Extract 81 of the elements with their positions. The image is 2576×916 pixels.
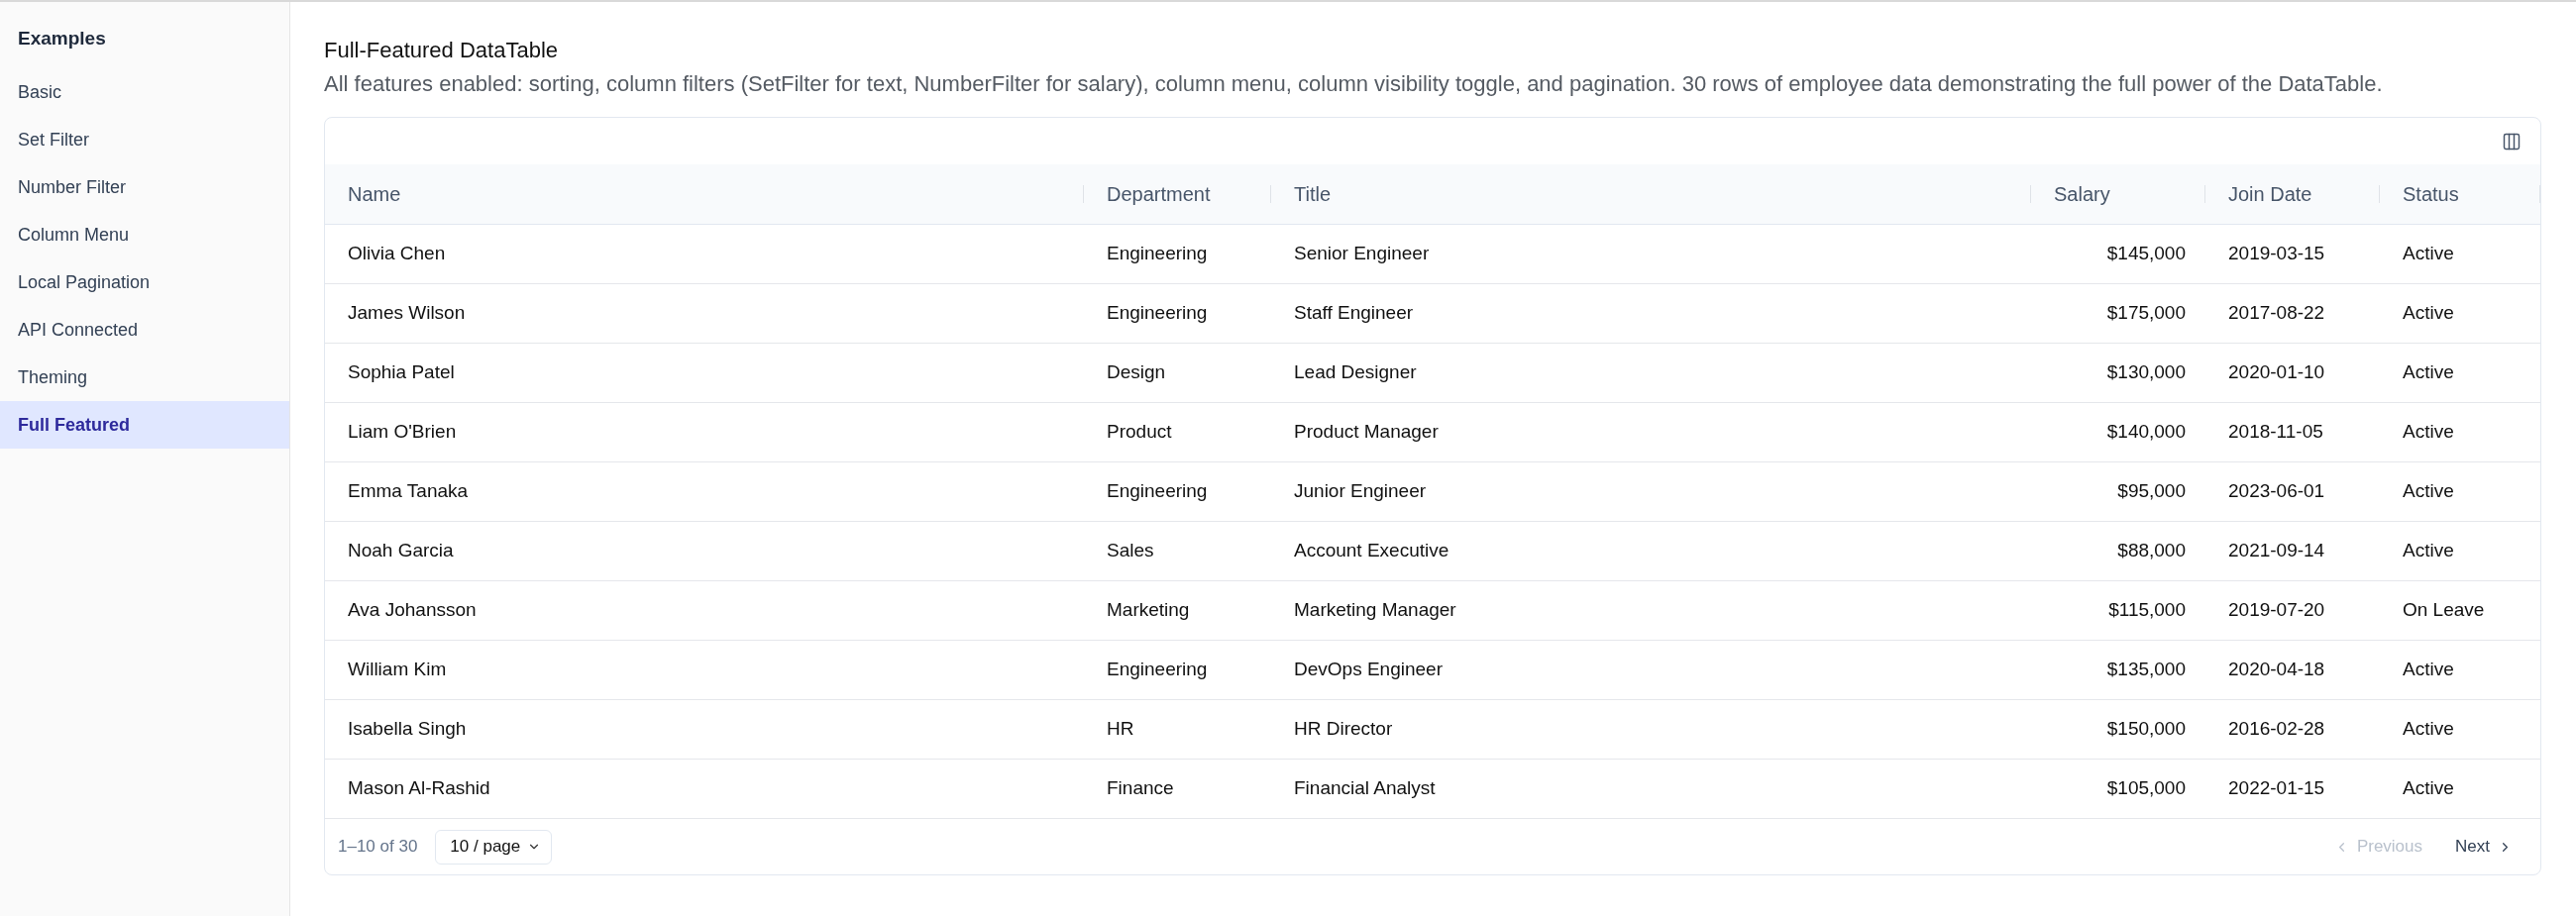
column-header[interactable]: Name bbox=[325, 164, 1084, 224]
table-cell-text: James Wilson bbox=[347, 301, 467, 326]
sidebar-item[interactable]: Full Featured bbox=[0, 401, 289, 449]
table-cell-text: $95,000 bbox=[2116, 479, 2187, 504]
table-cell-text: Active bbox=[2402, 658, 2455, 682]
table-cell-text: Sophia Patel bbox=[347, 360, 456, 385]
sidebar-item[interactable]: Column Menu bbox=[0, 211, 289, 258]
column-header[interactable]: Join Date bbox=[2205, 164, 2380, 224]
table-cell-text: 2019-03-15 bbox=[2227, 242, 2326, 266]
table-cell-text: $140,000 bbox=[2105, 420, 2187, 445]
column-header[interactable]: Department bbox=[1084, 164, 1271, 224]
table-cell-text: 2017-08-22 bbox=[2227, 301, 2326, 326]
sidebar-item[interactable]: Theming bbox=[0, 354, 289, 401]
table-cell-text: $88,000 bbox=[2116, 539, 2187, 563]
columns-icon[interactable] bbox=[2502, 131, 2522, 152]
table-cell-text: 2020-04-18 bbox=[2227, 658, 2326, 682]
table-cell-text: $135,000 bbox=[2105, 658, 2187, 682]
pagination-range: 1–10 of 30 bbox=[338, 836, 418, 859]
table-cell-text: Financial Analyst bbox=[1293, 776, 1437, 801]
table-cell-text: Engineering bbox=[1106, 242, 1209, 266]
table-cell-text: 2019-07-20 bbox=[2227, 598, 2326, 623]
table-cell-text: Active bbox=[2402, 539, 2455, 563]
table-cell-text: 2016-02-28 bbox=[2227, 717, 2326, 742]
table-cell-text: $175,000 bbox=[2105, 301, 2187, 326]
table-cell-text: HR bbox=[1106, 717, 1135, 742]
table-cell-text: Staff Engineer bbox=[1293, 301, 1415, 326]
table-cell-text: Account Executive bbox=[1293, 539, 1450, 563]
sidebar-item[interactable]: Number Filter bbox=[0, 163, 289, 211]
table-cell-text: Active bbox=[2402, 420, 2455, 445]
table-cell-text: Lead Designer bbox=[1293, 360, 1418, 385]
table-cell-text: 2018-11-05 bbox=[2227, 420, 2324, 445]
column-header[interactable]: Salary bbox=[2031, 164, 2205, 224]
table-cell-text: $150,000 bbox=[2105, 717, 2187, 742]
table-cell-text: Active bbox=[2402, 776, 2455, 801]
sidebar-heading: Examples bbox=[17, 27, 107, 51]
table-cell-text: William Kim bbox=[347, 658, 448, 682]
page-title: Full-Featured DataTable bbox=[324, 37, 559, 64]
table-cell-text: Junior Engineer bbox=[1293, 479, 1428, 504]
table-cell-text: Liam O'Brien bbox=[347, 420, 458, 445]
table-cell-text: Olivia Chen bbox=[347, 242, 447, 266]
sidebar-item[interactable]: Basic bbox=[0, 68, 289, 116]
table-cell-text: Active bbox=[2402, 479, 2455, 504]
table-cell-text: Finance bbox=[1106, 776, 1175, 801]
table-cell-text: Senior Engineer bbox=[1293, 242, 1431, 266]
table-cell-text: 2020-01-10 bbox=[2227, 360, 2326, 385]
table-cell-text: 2023-06-01 bbox=[2227, 479, 2326, 504]
table-cell-text: 2022-01-15 bbox=[2227, 776, 2326, 801]
table-cell-text: Design bbox=[1106, 360, 1167, 385]
next-button[interactable]: Next bbox=[2455, 835, 2513, 859]
table-cell-text: Ava Johansson bbox=[347, 598, 478, 623]
table-cell-text: Engineering bbox=[1106, 658, 1209, 682]
table-cell-text: Product Manager bbox=[1293, 420, 1440, 445]
table-cell-text: Noah Garcia bbox=[347, 539, 455, 563]
table-cell-text: $130,000 bbox=[2105, 360, 2187, 385]
page-size-select[interactable]: 10 / page bbox=[435, 829, 553, 865]
page-description: All features enabled: sorting, column filters (SetFilter for text, NumberFilter for salary), column menu, column visibility toggle, and pagination. 30 rows of employee data demonstrating the full power of the DataTable. bbox=[324, 70, 2384, 98]
table-cell-text: Active bbox=[2402, 360, 2455, 385]
table-cell-text: On Leave bbox=[2402, 598, 2486, 623]
column-header[interactable]: Status bbox=[2380, 164, 2540, 224]
table-cell-text: Engineering bbox=[1106, 301, 1209, 326]
table-cell-text: Emma Tanaka bbox=[347, 479, 470, 504]
table-cell-text: HR Director bbox=[1293, 717, 1394, 742]
table-cell-text: Active bbox=[2402, 717, 2455, 742]
table-cell-text: Marketing bbox=[1106, 598, 1191, 623]
table-cell-text: Active bbox=[2402, 242, 2455, 266]
column-header[interactable]: Title bbox=[1271, 164, 2031, 224]
table-cell-text: Engineering bbox=[1106, 479, 1209, 504]
sidebar-item[interactable]: API Connected bbox=[0, 306, 289, 354]
table-cell-text: 2021-09-14 bbox=[2227, 539, 2326, 563]
sidebar-item[interactable]: Set Filter bbox=[0, 116, 289, 163]
table-cell-text: Product bbox=[1106, 420, 1173, 445]
table-cell-text: Active bbox=[2402, 301, 2455, 326]
table-cell-text: DevOps Engineer bbox=[1293, 658, 1444, 682]
table-cell-text: Isabella Singh bbox=[347, 717, 468, 742]
table-cell-text: Sales bbox=[1106, 539, 1155, 563]
table-cell-text: Mason Al-Rashid bbox=[347, 776, 491, 801]
table-cell-text: Marketing Manager bbox=[1293, 598, 1457, 623]
sidebar-item[interactable]: Local Pagination bbox=[0, 258, 289, 306]
table-cell-text: $115,000 bbox=[2107, 598, 2187, 623]
table-cell-text: $145,000 bbox=[2105, 242, 2187, 266]
table-cell-text: $105,000 bbox=[2105, 776, 2187, 801]
